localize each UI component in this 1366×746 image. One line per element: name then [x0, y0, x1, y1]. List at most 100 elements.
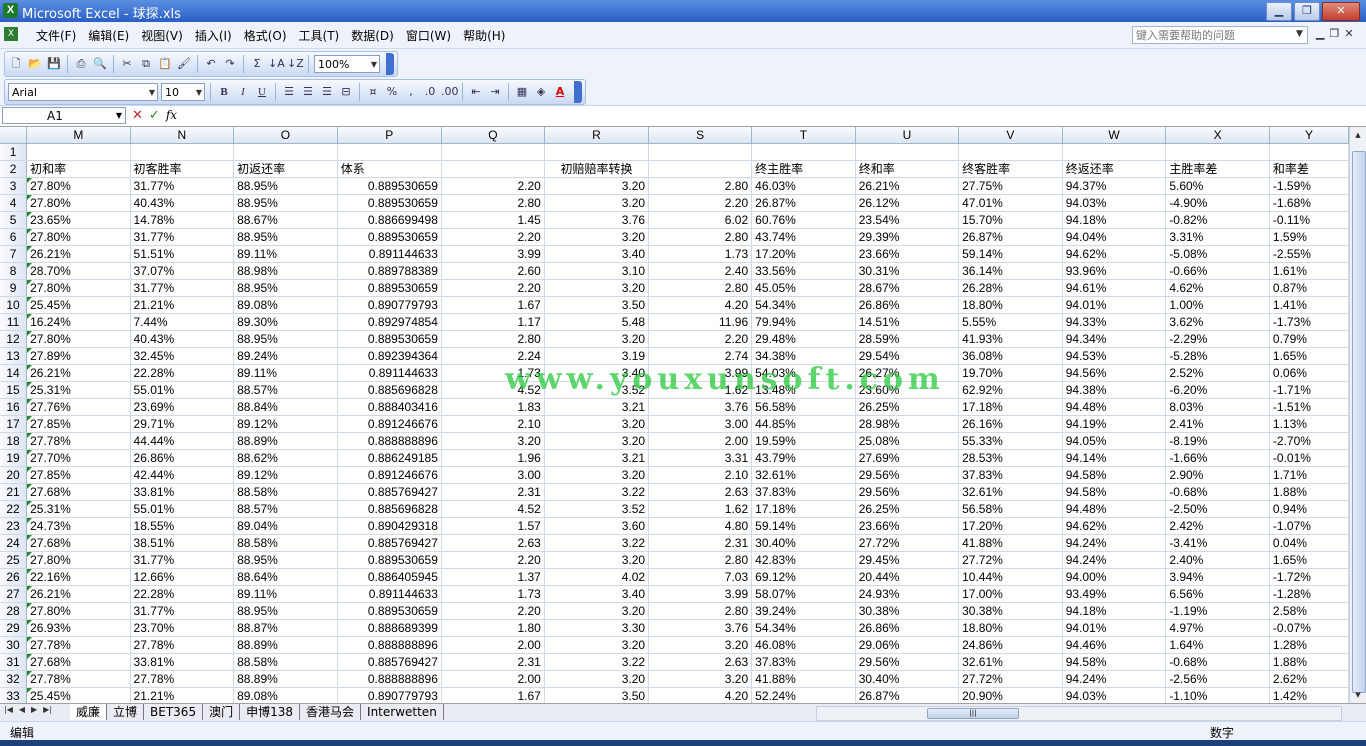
- row-header[interactable]: 3: [0, 177, 28, 195]
- row-header[interactable]: 1: [0, 143, 28, 161]
- cell[interactable]: 2.20: [441, 551, 545, 569]
- cell[interactable]: 1.28%: [1269, 636, 1349, 654]
- cell[interactable]: 2.63: [441, 534, 545, 552]
- cell[interactable]: 4.62%: [1165, 279, 1270, 297]
- header-cell[interactable]: 初和率: [26, 160, 131, 178]
- cell[interactable]: 88.58%: [233, 653, 338, 671]
- cell[interactable]: 88.62%: [233, 449, 338, 467]
- row-header[interactable]: 14: [0, 364, 28, 382]
- cell[interactable]: 88.89%: [233, 670, 338, 688]
- currency-icon[interactable]: ¤: [365, 84, 381, 100]
- cell[interactable]: 31.77%: [130, 177, 235, 195]
- cell[interactable]: 94.19%: [1062, 415, 1167, 433]
- cell[interactable]: 0.891246676: [337, 415, 442, 433]
- row-header[interactable]: 21: [0, 483, 28, 501]
- row-header[interactable]: 13: [0, 347, 28, 365]
- cell[interactable]: 27.78%: [130, 636, 235, 654]
- cell[interactable]: 43.74%: [751, 228, 856, 246]
- cell[interactable]: 17.18%: [958, 398, 1063, 416]
- cell[interactable]: 46.03%: [751, 177, 856, 195]
- cell[interactable]: 27.80%: [26, 602, 131, 620]
- cell[interactable]: 20.90%: [958, 687, 1063, 703]
- cell[interactable]: 3.20: [544, 228, 650, 246]
- cell[interactable]: -0.07%: [1269, 619, 1349, 637]
- cell[interactable]: 94.24%: [1062, 551, 1167, 569]
- cell[interactable]: -1.51%: [1269, 398, 1349, 416]
- cell[interactable]: -0.11%: [1269, 211, 1349, 229]
- cell[interactable]: 28.70%: [26, 262, 131, 280]
- cell[interactable]: 47.01%: [958, 194, 1063, 212]
- cell[interactable]: 0.885769427: [337, 653, 442, 671]
- cell[interactable]: 26.25%: [855, 398, 960, 416]
- column-header[interactable]: X: [1165, 127, 1270, 144]
- cell[interactable]: 3.20: [648, 636, 753, 654]
- row-header[interactable]: 11: [0, 313, 28, 331]
- cell[interactable]: 3.20: [544, 177, 650, 195]
- cell[interactable]: 3.94%: [1165, 568, 1270, 586]
- column-header[interactable]: Q: [441, 127, 545, 144]
- cell[interactable]: 30.38%: [958, 602, 1063, 620]
- cell[interactable]: -0.66%: [1165, 262, 1270, 280]
- cell[interactable]: 94.53%: [1062, 347, 1167, 365]
- cell[interactable]: 1.00%: [1165, 296, 1270, 314]
- cell[interactable]: 32.61%: [751, 466, 856, 484]
- sort-ascending-icon[interactable]: ↓A: [268, 56, 285, 72]
- cell[interactable]: 27.78%: [26, 670, 131, 688]
- cell[interactable]: 26.21%: [26, 585, 131, 603]
- cell[interactable]: 24.93%: [855, 585, 960, 603]
- cell[interactable]: 3.99: [648, 585, 753, 603]
- cell[interactable]: 27.70%: [26, 449, 131, 467]
- cell[interactable]: 0.891144633: [337, 585, 442, 603]
- cell[interactable]: 16.24%: [26, 313, 131, 331]
- cell[interactable]: -4.90%: [1165, 194, 1270, 212]
- cell[interactable]: 3.76: [544, 211, 650, 229]
- cell[interactable]: 93.49%: [1062, 585, 1167, 603]
- autosum-icon[interactable]: Σ: [249, 56, 265, 72]
- column-header[interactable]: R: [544, 127, 650, 144]
- cell[interactable]: -1.59%: [1269, 177, 1349, 195]
- cell[interactable]: -5.28%: [1165, 347, 1270, 365]
- cell[interactable]: 2.62%: [1269, 670, 1349, 688]
- header-cell[interactable]: 终客胜率: [958, 160, 1063, 178]
- cell[interactable]: 0.888403416: [337, 398, 442, 416]
- cell[interactable]: 59.14%: [751, 517, 856, 535]
- cell[interactable]: 23.69%: [130, 398, 235, 416]
- cell[interactable]: 27.80%: [26, 551, 131, 569]
- cell[interactable]: 1.67: [441, 687, 545, 703]
- row-header[interactable]: 28: [0, 602, 28, 620]
- cell[interactable]: 1.65%: [1269, 551, 1349, 569]
- restore-button[interactable]: ❐: [1294, 2, 1320, 21]
- cell[interactable]: 88.64%: [233, 568, 338, 586]
- toolbar-options-icon-2[interactable]: [574, 81, 582, 103]
- header-cell[interactable]: 初赔赔率转换: [544, 160, 650, 178]
- cell[interactable]: 36.14%: [958, 262, 1063, 280]
- align-center-icon[interactable]: ☰: [300, 84, 316, 100]
- cell[interactable]: 1.42%: [1269, 687, 1349, 703]
- cell[interactable]: 45.05%: [751, 279, 856, 297]
- cell[interactable]: 23.54%: [855, 211, 960, 229]
- cell[interactable]: 23.65%: [26, 211, 131, 229]
- row-header[interactable]: 15: [0, 381, 28, 399]
- menu-item-6[interactable]: 数据(D): [345, 27, 400, 44]
- cell[interactable]: 21.21%: [130, 296, 235, 314]
- cell[interactable]: 34.38%: [751, 347, 856, 365]
- cell[interactable]: 94.61%: [1062, 279, 1167, 297]
- cell[interactable]: 89.04%: [233, 517, 338, 535]
- comma-style-icon[interactable]: ,: [403, 84, 419, 100]
- cell[interactable]: [544, 143, 650, 161]
- cell[interactable]: -2.50%: [1165, 500, 1270, 518]
- cell[interactable]: 0.885769427: [337, 534, 442, 552]
- header-cell[interactable]: [441, 160, 545, 178]
- vertical-scrollbar[interactable]: ▲ ▼: [1349, 127, 1366, 703]
- cell[interactable]: 36.08%: [958, 347, 1063, 365]
- cell[interactable]: 2.20: [441, 228, 545, 246]
- cell[interactable]: 2.00: [441, 670, 545, 688]
- cell[interactable]: 3.20: [544, 432, 650, 450]
- cell[interactable]: 2.74: [648, 347, 753, 365]
- minimize-button[interactable]: ▁: [1266, 2, 1292, 21]
- cell[interactable]: 2.20: [441, 602, 545, 620]
- sheet-tab[interactable]: 申博138: [240, 704, 301, 720]
- cell[interactable]: 28.98%: [855, 415, 960, 433]
- column-header[interactable]: P: [337, 127, 442, 144]
- cell[interactable]: 4.52: [441, 381, 545, 399]
